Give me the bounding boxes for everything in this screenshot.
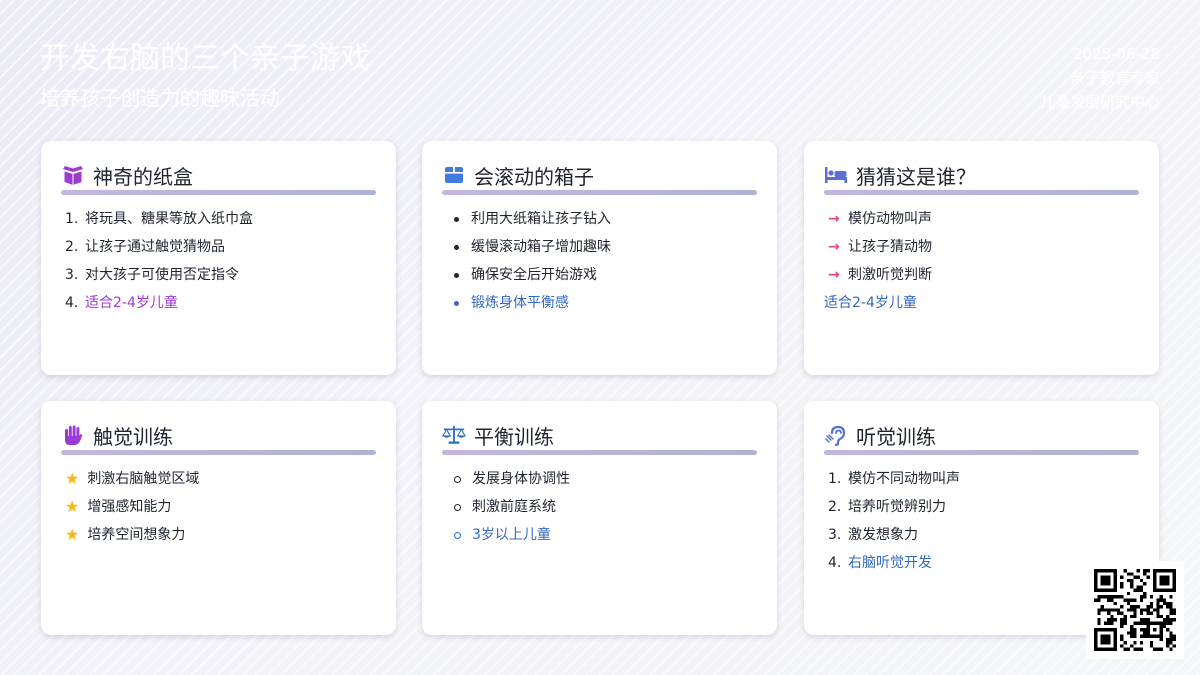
item-list: 发展身体协调性 刺激前庭系统 3岁以上儿童	[442, 465, 757, 549]
list-item: 适合2-4岁儿童	[824, 295, 917, 311]
star-icon: ★	[65, 525, 80, 544]
list-item: 3. 对大孩子可使用否定指令	[65, 267, 239, 283]
qr-code[interactable]	[1086, 561, 1184, 659]
bed-icon	[825, 167, 847, 183]
card-balance-training: 平衡训练 发展身体协调性 刺激前庭系统 3岁以上儿童	[422, 401, 777, 635]
title-underline	[442, 450, 757, 455]
list-item: 3. 激发想象力	[828, 527, 918, 543]
page-title: 开发右脑的三个亲子游戏	[40, 41, 370, 76]
qr-code-icon	[1094, 569, 1176, 651]
star-icon: ★	[65, 497, 80, 516]
list-item: → 让孩子猜动物	[828, 233, 1139, 261]
header: 开发右脑的三个亲子游戏 培养孩子创造力的趣味活动	[40, 38, 370, 112]
list-item: 发展身体协调性	[446, 465, 757, 493]
list-item: 2. 培养听觉辨别力	[828, 499, 946, 515]
list-item: 1. 将玩具、糖果等放入纸巾盒	[65, 211, 253, 227]
list-item: 锻炼身体平衡感	[446, 289, 757, 317]
title-underline	[61, 450, 376, 455]
list-item: → 刺激听觉判断	[828, 261, 1139, 289]
item-list: 利用大纸箱让孩子钻入 缓慢滚动箱子增加趣味 确保安全后开始游戏 锻炼身体平衡感	[442, 205, 757, 317]
ear-icon	[825, 425, 846, 447]
meta-info: 2025-06-28 亲子教育专家 儿童发展研究中心	[1040, 42, 1160, 114]
card-touch-training: 触觉训练 ★ 刺激右脑触觉区域 ★ 增强感知能力 ★ 培养空间想象力	[41, 401, 396, 635]
card-rolling-box: 会滚动的箱子 利用大纸箱让孩子钻入 缓慢滚动箱子增加趣味 确保安全后开始游戏 锻…	[422, 141, 777, 375]
card-title: 平衡训练	[474, 424, 554, 449]
list-item: 2. 让孩子通过触觉猜物品	[65, 239, 225, 255]
list-item: 4. 适合2-4岁儿童	[65, 295, 178, 311]
list-item: → 模仿动物叫声	[828, 205, 1139, 233]
card-title: 神奇的纸盒	[93, 164, 193, 189]
list-item: 利用大纸箱让孩子钻入	[446, 205, 757, 233]
box-open-icon	[63, 166, 83, 185]
item-list: 1. 将玩具、糖果等放入纸巾盒 2. 让孩子通过触觉猜物品 3. 对大孩子可使用否定指…	[61, 205, 376, 317]
balance-scale-icon	[442, 425, 466, 444]
arrow-icon: →	[828, 267, 840, 283]
title-underline	[824, 450, 1139, 455]
card-title: 听觉训练	[856, 424, 936, 449]
card-title: 会滚动的箱子	[474, 164, 594, 189]
box-icon	[445, 167, 463, 183]
card-guess-who: 猜猜这是谁？ → 模仿动物叫声 → 让孩子猜动物 → 刺激听觉判断 适合2-4岁儿童	[804, 141, 1159, 375]
item-list: ★ 刺激右脑触觉区域 ★ 增强感知能力 ★ 培养空间想象力	[61, 465, 376, 549]
page-subtitle: 培养孩子创造力的趣味活动	[40, 86, 280, 110]
hand-icon	[65, 425, 83, 445]
list-item: 缓慢滚动箱子增加趣味	[446, 233, 757, 261]
arrow-icon: →	[828, 211, 840, 227]
date-label: 2025-06-28	[1072, 45, 1160, 63]
title-underline	[442, 190, 757, 195]
card-title: 触觉训练	[93, 424, 173, 449]
item-list: → 模仿动物叫声 → 让孩子猜动物 → 刺激听觉判断 适合2-4岁儿童	[824, 205, 1139, 317]
org-label: 儿童发展研究中心	[1039, 93, 1160, 111]
card-title: 猜猜这是谁？	[856, 164, 976, 189]
list-item: 刺激前庭系统	[446, 493, 757, 521]
arrow-icon: →	[828, 239, 840, 255]
list-item: 3岁以上儿童	[446, 521, 757, 549]
author-label: 亲子教育专家	[1069, 69, 1160, 87]
title-underline	[61, 190, 376, 195]
card-magic-box: 神奇的纸盒 1. 将玩具、糖果等放入纸巾盒 2. 让孩子通过触觉猜物品 3. 对大孩子…	[41, 141, 396, 375]
list-item: 确保安全后开始游戏	[446, 261, 757, 289]
star-icon: ★	[65, 469, 80, 488]
list-item: ★ 刺激右脑触觉区域	[65, 465, 376, 493]
list-item: 1. 模仿不同动物叫声	[828, 471, 960, 487]
list-item: ★ 增强感知能力	[65, 493, 376, 521]
title-underline	[824, 190, 1139, 195]
list-item: ★ 培养空间想象力	[65, 521, 376, 549]
